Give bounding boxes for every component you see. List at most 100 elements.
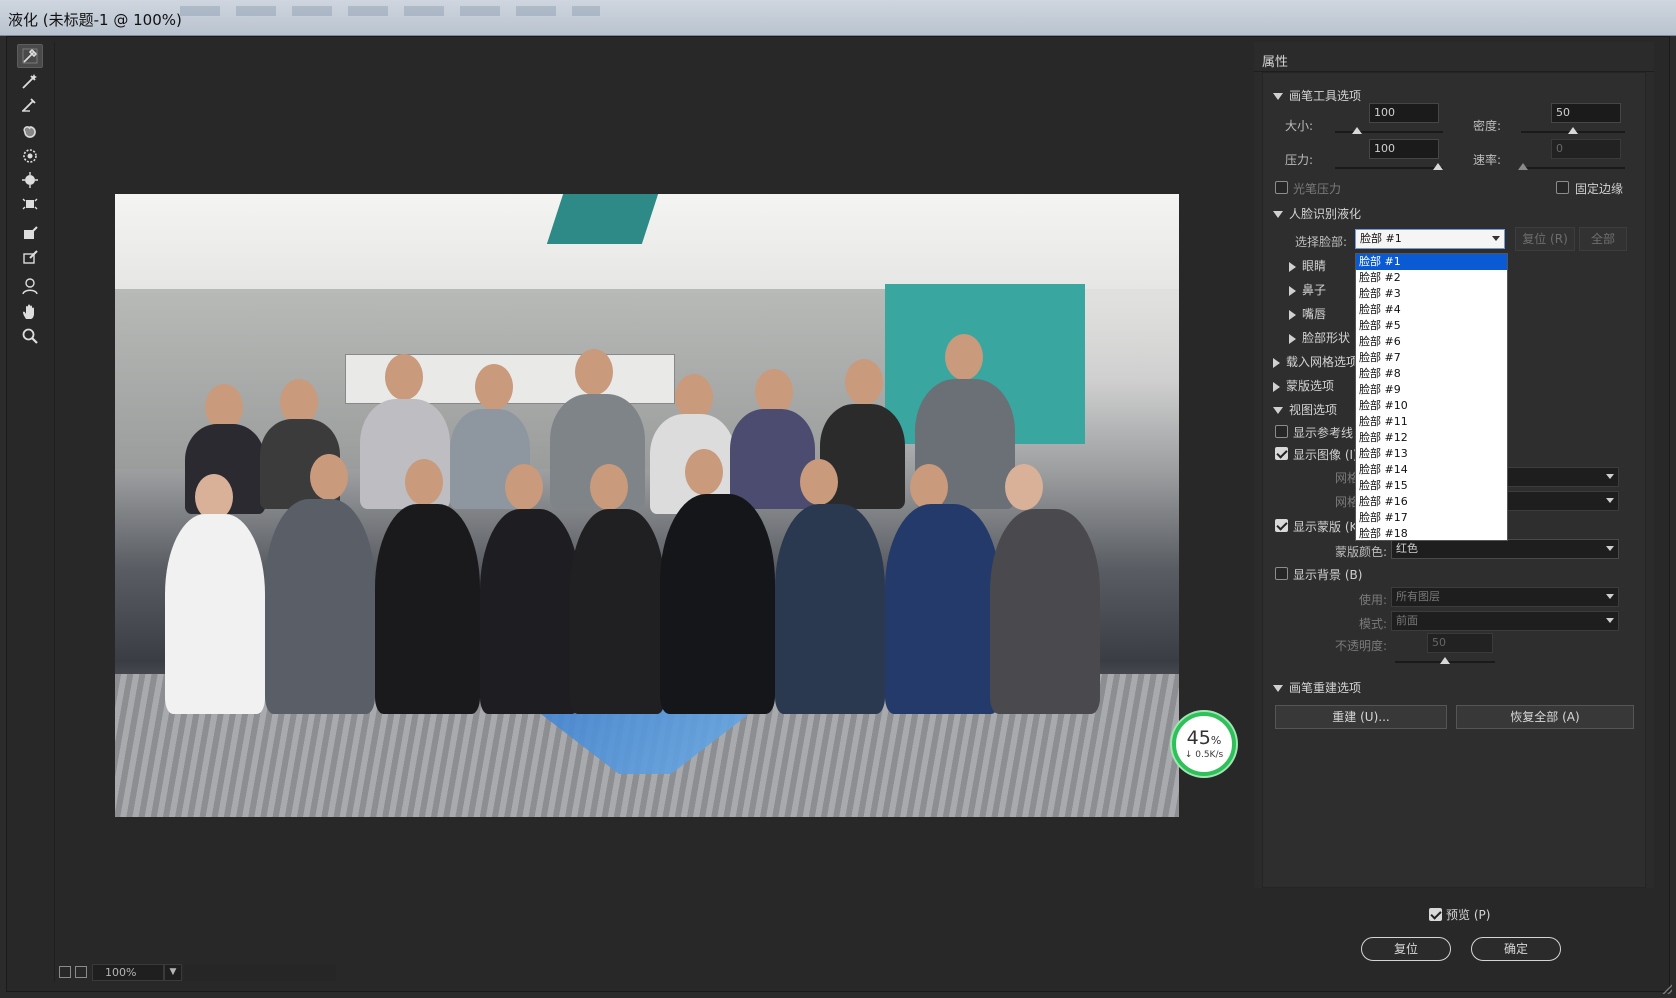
zoom-level-field[interactable]: 100% xyxy=(92,964,164,981)
face-option[interactable]: 脸部 #2 xyxy=(1356,270,1507,286)
face-option[interactable]: 脸部 #16 xyxy=(1356,494,1507,510)
pucker-tool-icon[interactable] xyxy=(17,144,43,168)
zoom-tool-icon[interactable] xyxy=(17,324,43,348)
brush-reconstruct-options-header[interactable]: 画笔重建选项 xyxy=(1273,679,1361,696)
mask-options-header[interactable]: 蒙版选项 xyxy=(1273,377,1334,394)
expand-triangle-icon xyxy=(1289,261,1296,272)
resize-grip-icon[interactable] xyxy=(1662,984,1672,994)
face-option[interactable]: 脸部 #3 xyxy=(1356,286,1507,302)
opacity-slider[interactable] xyxy=(1395,657,1495,664)
hand-tool-icon[interactable] xyxy=(17,300,43,324)
use-dropdown[interactable]: 所有图层 xyxy=(1391,587,1619,607)
nose-section-header[interactable]: 鼻子 xyxy=(1289,281,1326,298)
chevron-down-icon xyxy=(1606,546,1614,551)
panel-header: 属性 xyxy=(1254,42,1654,72)
face-option[interactable]: 脸部 #10 xyxy=(1356,398,1507,414)
load-mesh-options-header[interactable]: 载入网格选项 xyxy=(1273,353,1358,370)
group-photo-image[interactable] xyxy=(115,194,1179,817)
stylus-pressure-label: 光笔压力 xyxy=(1293,182,1342,196)
face-option[interactable]: 脸部 #1 xyxy=(1356,254,1507,270)
preview-checkbox[interactable] xyxy=(1429,908,1442,921)
face-option[interactable]: 脸部 #9 xyxy=(1356,382,1507,398)
rate-slider[interactable] xyxy=(1518,163,1625,170)
forward-warp-tool-icon[interactable] xyxy=(17,44,43,68)
reconstruct-button[interactable]: 重建 (U)... xyxy=(1275,705,1447,729)
rate-field[interactable]: 0 xyxy=(1551,139,1621,159)
ok-button[interactable]: 确定 xyxy=(1471,937,1561,961)
thaw-mask-tool-icon[interactable] xyxy=(17,245,43,269)
density-label: 密度: xyxy=(1473,119,1502,133)
expand-triangle-icon xyxy=(1273,381,1280,392)
brush-tool-options-header[interactable]: 画笔工具选项 xyxy=(1273,87,1361,104)
window-title-bar: 液化 (未标题-1 @ 100%) xyxy=(0,0,1676,36)
face-shape-section-header[interactable]: 脸部形状 xyxy=(1289,329,1350,346)
face-option[interactable]: 脸部 #18 xyxy=(1356,526,1507,542)
collapse-triangle-icon xyxy=(1273,685,1283,692)
smooth-tool-icon[interactable] xyxy=(17,92,43,116)
face-option[interactable]: 脸部 #14 xyxy=(1356,462,1507,478)
face-option[interactable]: 脸部 #15 xyxy=(1356,478,1507,494)
title-bar-background-menu xyxy=(180,6,600,16)
select-face-options-list[interactable]: 脸部 #1 脸部 #2 脸部 #3 脸部 #4 脸部 #5 脸部 #6 脸部 #… xyxy=(1355,253,1508,541)
network-percent: 45% xyxy=(1186,727,1222,749)
face-all-button[interactable]: 全部 xyxy=(1579,227,1627,251)
pressure-field[interactable]: 100 xyxy=(1369,139,1439,159)
reset-button[interactable]: 复位 xyxy=(1361,937,1451,961)
reconstruct-tool-icon[interactable] xyxy=(17,69,43,93)
face-aware-liquify-header[interactable]: 人脸识别液化 xyxy=(1273,205,1361,222)
face-tool-icon[interactable] xyxy=(17,274,43,298)
size-field[interactable]: 100 xyxy=(1369,103,1439,123)
size-slider[interactable] xyxy=(1335,127,1443,134)
stylus-pressure-checkbox[interactable] xyxy=(1275,181,1288,194)
chevron-down-icon xyxy=(1606,474,1614,479)
status-bar: 100% ▼ xyxy=(54,964,336,982)
chevron-down-icon xyxy=(1606,498,1614,503)
zoom-dropdown-button[interactable]: ▼ xyxy=(164,964,182,981)
face-option[interactable]: 脸部 #13 xyxy=(1356,446,1507,462)
pin-edges-label: 固定边缘 xyxy=(1575,182,1624,196)
pin-edges-checkbox[interactable] xyxy=(1556,181,1569,194)
expand-triangle-icon xyxy=(1289,285,1296,296)
panel-title: 属性 xyxy=(1262,55,1289,70)
freeze-mask-tool-icon[interactable] xyxy=(17,221,43,245)
density-slider[interactable] xyxy=(1521,127,1625,134)
face-option[interactable]: 脸部 #6 xyxy=(1356,334,1507,350)
eyes-section-header[interactable]: 眼睛 xyxy=(1289,257,1326,274)
horizontal-scrollbar[interactable] xyxy=(184,964,336,981)
bloat-tool-icon[interactable] xyxy=(17,168,43,192)
view-options-header[interactable]: 视图选项 xyxy=(1273,401,1337,418)
show-image-checkbox[interactable] xyxy=(1275,447,1288,460)
show-guides-label: 显示参考线 xyxy=(1293,426,1354,440)
collapse-triangle-icon xyxy=(1273,211,1283,218)
face-option[interactable]: 脸部 #8 xyxy=(1356,366,1507,382)
network-speed-widget[interactable]: 45% ↓ 0.5K/s xyxy=(1172,712,1236,776)
preview-canvas[interactable] xyxy=(54,42,1250,982)
opacity-field[interactable]: 50 xyxy=(1427,633,1493,653)
collapse-triangle-icon xyxy=(1273,407,1283,414)
use-label: 使用: xyxy=(1359,593,1388,607)
mode-dropdown[interactable]: 前面 xyxy=(1391,611,1619,631)
face-option[interactable]: 脸部 #12 xyxy=(1356,430,1507,446)
mask-color-dropdown[interactable]: 红色 xyxy=(1391,539,1619,559)
face-option[interactable]: 脸部 #11 xyxy=(1356,414,1507,430)
zoom-in-button[interactable] xyxy=(75,966,87,978)
show-mask-checkbox[interactable] xyxy=(1275,519,1288,532)
restore-all-button[interactable]: 恢复全部 (A) xyxy=(1456,705,1634,729)
mask-color-label: 蒙版颜色: xyxy=(1335,545,1388,559)
face-option[interactable]: 脸部 #17 xyxy=(1356,510,1507,526)
face-option[interactable]: 脸部 #4 xyxy=(1356,302,1507,318)
show-backdrop-checkbox[interactable] xyxy=(1275,567,1288,580)
face-option[interactable]: 脸部 #5 xyxy=(1356,318,1507,334)
pressure-slider[interactable] xyxy=(1335,163,1443,170)
face-option[interactable]: 脸部 #7 xyxy=(1356,350,1507,366)
show-guides-checkbox[interactable] xyxy=(1275,425,1288,438)
expand-triangle-icon xyxy=(1289,333,1296,344)
face-reset-button[interactable]: 复位 (R) xyxy=(1515,227,1575,251)
select-face-dropdown[interactable]: 脸部 #1 xyxy=(1355,229,1505,249)
mouth-section-header[interactable]: 嘴唇 xyxy=(1289,305,1326,322)
network-speed: ↓ 0.5K/s xyxy=(1184,750,1224,760)
push-left-tool-icon[interactable] xyxy=(17,192,43,216)
density-field[interactable]: 50 xyxy=(1551,103,1621,123)
zoom-out-button[interactable] xyxy=(59,966,71,978)
twirl-tool-icon[interactable] xyxy=(17,120,43,144)
